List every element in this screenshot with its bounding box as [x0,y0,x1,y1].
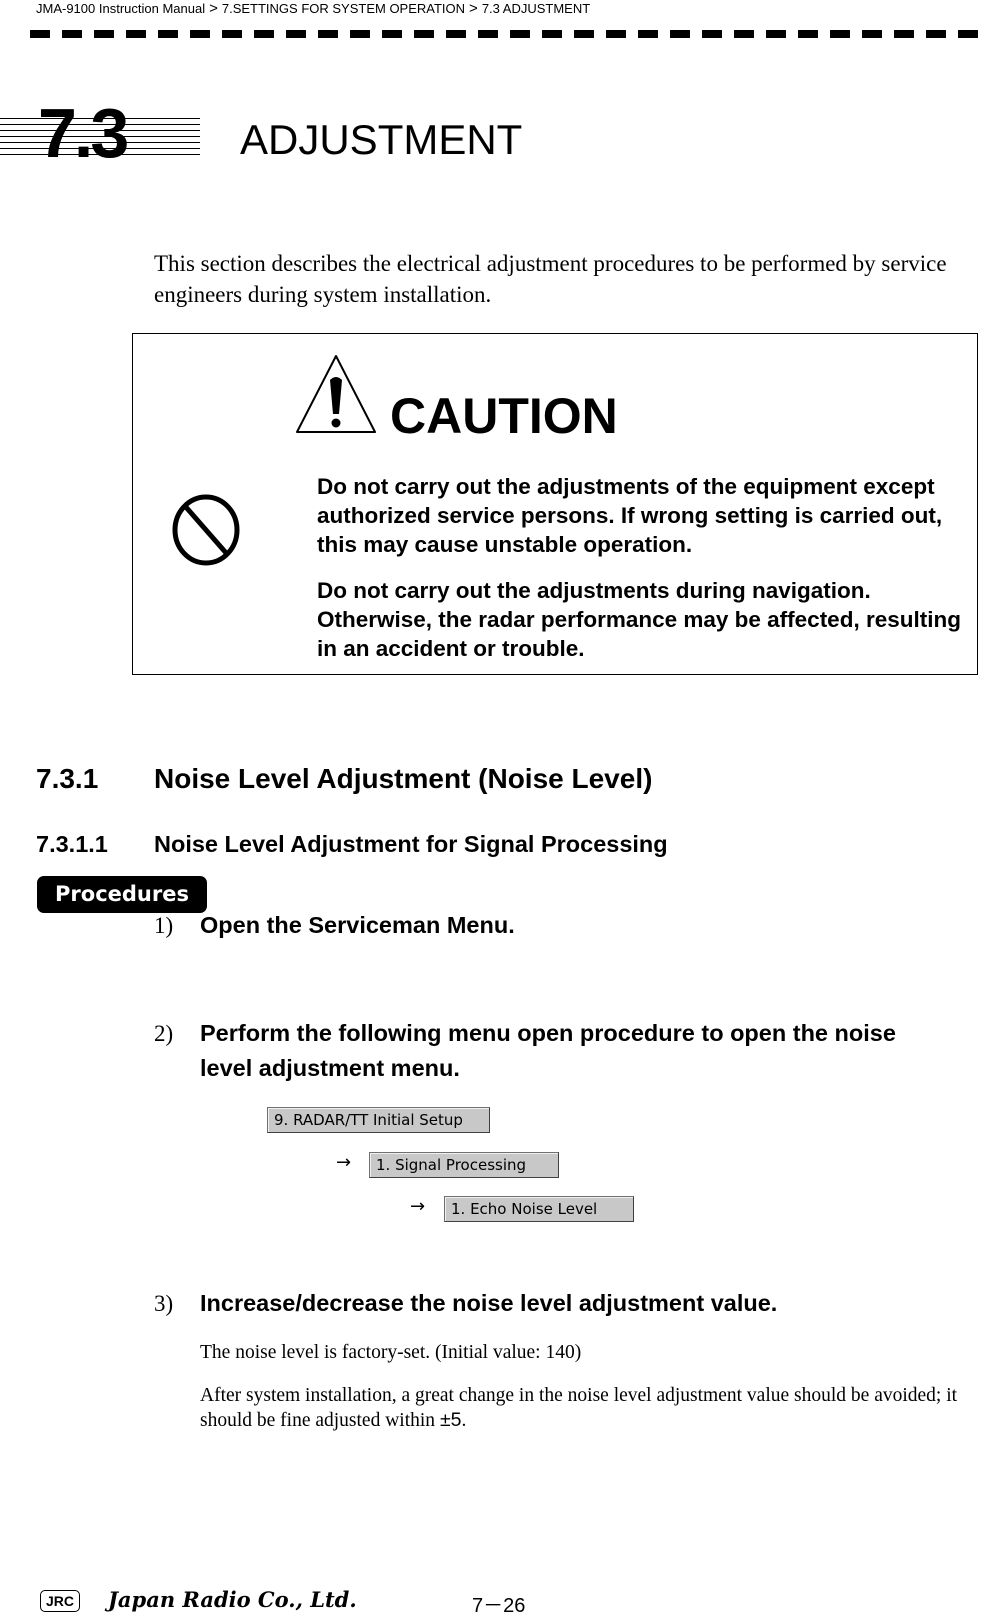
jrc-logo-mark: JRC [40,1590,81,1612]
step-text: Open the Serviceman Menu. [200,912,515,938]
step-text: Increase/decrease the noise level adjust… [200,1290,778,1316]
arrow-right-icon: → [336,1152,352,1173]
breadcrumb: JMA-9100 Instruction Manual >7.SETTINGS F… [36,0,590,17]
step-3: 3) Increase/decrease the noise level adj… [154,1286,954,1321]
step-text: Perform the following menu open procedur… [200,1020,896,1081]
step-2: 2) Perform the following menu open proce… [154,1016,954,1086]
section-number-block: 7.3 [0,98,200,168]
step-number: 3) [154,1291,174,1316]
page-number: 7－26 [472,1595,526,1617]
caution-paragraph: Do not carry out the adjustments during … [317,578,961,661]
subsection-title: Noise Level Adjustment (Noise Level) [154,763,653,794]
note-fine-adjust-text: After system installation, a great chang… [200,1385,958,1431]
header-dashed-divider [30,30,984,38]
step-1: 1) Open the Serviceman Menu. [154,908,954,943]
subsection-heading: 7.3.1 Noise Level Adjustment (Noise Level… [36,762,652,796]
caution-text: Do not carry out the adjustments of the … [317,472,972,680]
section-intro: This section describes the electrical ad… [154,251,947,307]
step-number: 1) [154,913,174,938]
arrow-right-icon: → [410,1196,426,1217]
subsubsection-heading: 7.3.1.1 Noise Level Adjustment for Signal… [36,829,668,859]
note-fine-adjust-value: ±5 [439,1409,462,1431]
menu-button-radar-tt-initial-setup[interactable]: 9. RADAR/TT Initial Setup [267,1107,490,1133]
menu-button-signal-processing[interactable]: 1. Signal Processing [369,1152,559,1178]
note-fine-adjust: After system installation, a great chang… [200,1383,960,1433]
breadcrumb-separator: > [209,0,218,17]
prohibition-icon [172,494,240,566]
caution-paragraph: Do not carry out the adjustments of the … [317,474,943,557]
subsubsection-number: 7.3.1.1 [36,831,108,857]
step-number: 2) [154,1021,174,1046]
company-name: Japan Radio Co., Ltd. [108,1587,357,1612]
breadcrumb-item-chapter[interactable]: 7.SETTINGS FOR SYSTEM OPERATION [222,1,465,16]
subsection-number: 7.3.1 [36,763,99,794]
caution-heading: CAUTION [390,388,618,444]
menu-button-echo-noise-level[interactable]: 1. Echo Noise Level [444,1196,634,1222]
note-fine-adjust-suffix: . [461,1410,467,1431]
section-title: ADJUSTMENT [240,116,523,163]
jrc-logo: JRC [40,1590,81,1612]
breadcrumb-separator: > [469,0,478,17]
section-number: 7.3 [38,94,129,172]
breadcrumb-item-section[interactable]: 7.3 ADJUSTMENT [482,1,590,16]
breadcrumb-item-manual[interactable]: JMA-9100 Instruction Manual [36,1,205,16]
warning-triangle-icon [296,355,376,433]
subsubsection-title: Noise Level Adjustment for Signal Proces… [154,831,668,857]
note-factory-set: The noise level is factory-set. (Initial… [200,1342,582,1363]
